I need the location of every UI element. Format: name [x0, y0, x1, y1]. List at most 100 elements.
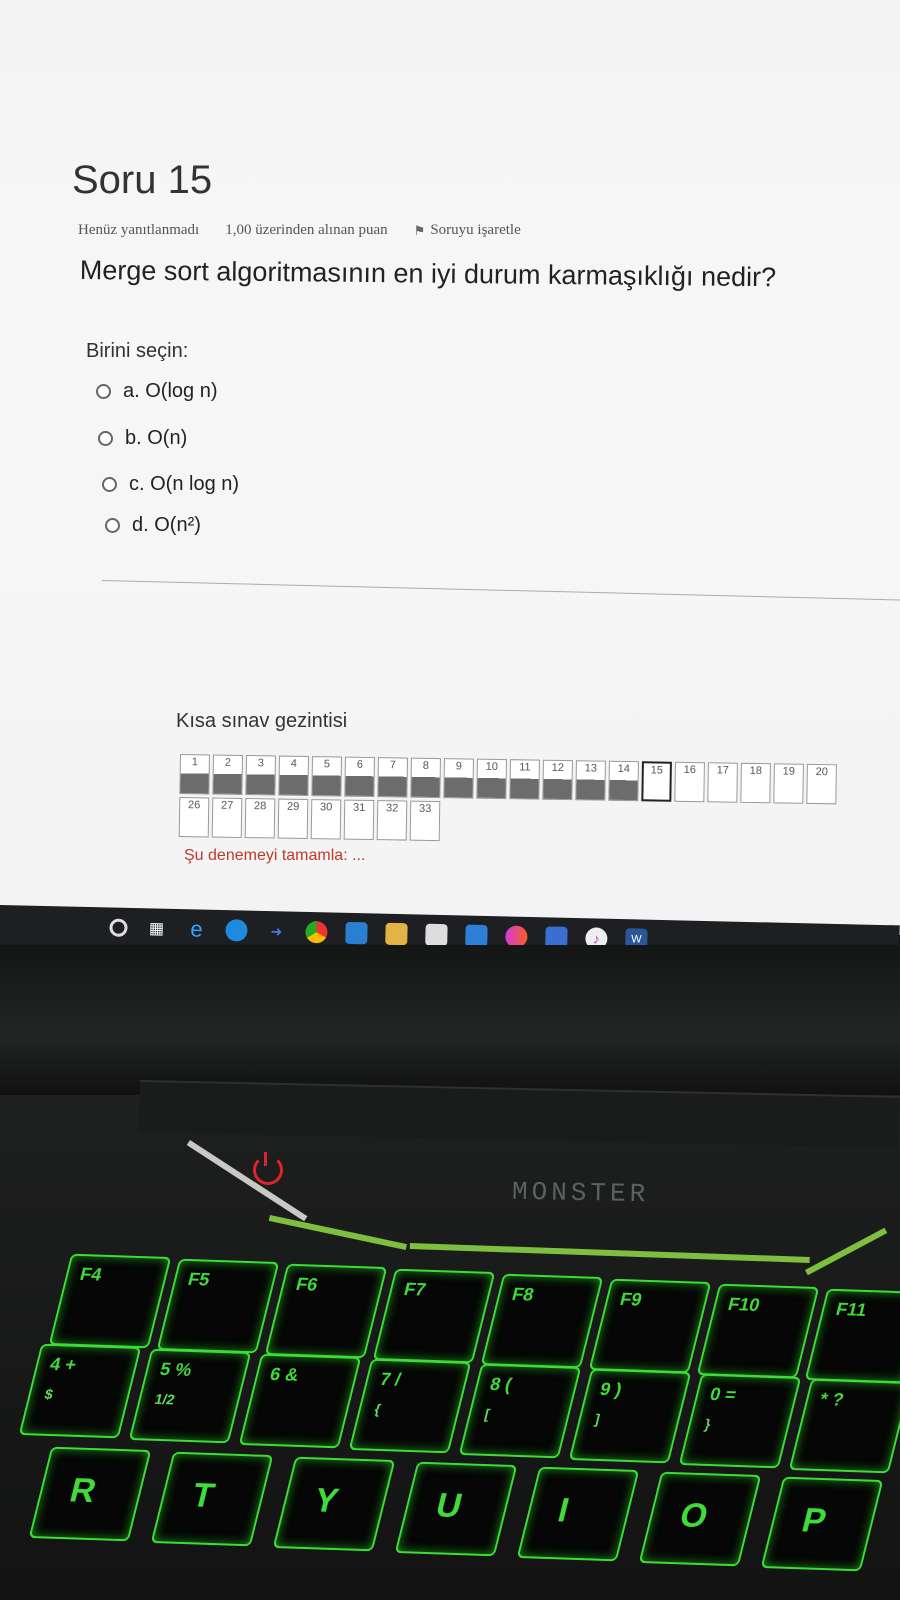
quiz-nav-number: 20	[815, 765, 829, 779]
option-d[interactable]: d. O(n²)	[105, 514, 201, 537]
quiz-nav-number: 8	[422, 759, 430, 772]
key-label: O	[676, 1496, 712, 1536]
option-d-label: d. O(n²)	[132, 514, 201, 536]
quiz-nav-number: 28	[253, 800, 267, 813]
key-label: 0 =	[707, 1384, 739, 1405]
store-icon[interactable]	[425, 923, 448, 947]
files-icon[interactable]	[345, 921, 368, 945]
quiz-nav-number: 14	[617, 762, 631, 776]
key-label: F11	[833, 1299, 869, 1320]
key-label: F7	[401, 1279, 428, 1300]
quiz-nav-button-5[interactable]: 5	[311, 756, 342, 797]
quiz-nav-button-12[interactable]: 12	[542, 759, 573, 801]
quiz-nav-number: 3	[257, 757, 265, 770]
quiz-nav-button-29[interactable]: 29	[277, 798, 309, 840]
ie-icon[interactable]: e	[185, 916, 207, 941]
key-label: P	[798, 1501, 831, 1540]
laptop-bezel	[0, 945, 900, 1095]
quiz-nav-button-2[interactable]: 2	[212, 754, 243, 795]
quiz-nav-button-17[interactable]: 17	[707, 762, 738, 803]
question-title: Soru 15	[72, 158, 213, 202]
quiz-nav-button-15[interactable]: 15	[641, 761, 672, 802]
quiz-nav-number: 2	[224, 756, 232, 769]
key-label: }	[703, 1415, 713, 1432]
browser-screen: Soru 15 Henüz yanıtlanmadı 1,00 üzerinde…	[0, 0, 900, 935]
key-label: F10	[725, 1294, 762, 1315]
radio-option-c[interactable]	[102, 477, 117, 492]
quiz-nav-button-10[interactable]: 10	[476, 758, 507, 800]
quiz-nav-number: 30	[319, 801, 333, 814]
power-icon-bar	[264, 1152, 267, 1166]
flag-icon: ⚑	[413, 222, 426, 238]
radio-option-d[interactable]	[105, 518, 120, 533]
quiz-nav-number: 1	[191, 756, 199, 769]
key-label: F9	[617, 1289, 644, 1310]
quiz-nav-title: Kısa sınav gezintisi	[176, 710, 348, 732]
quiz-nav-button-19[interactable]: 19	[773, 763, 804, 804]
quiz-nav-number: 4	[290, 757, 298, 770]
option-c[interactable]: c. O(n log n)	[102, 473, 239, 496]
quiz-nav-button-3[interactable]: 3	[245, 755, 276, 796]
brand-logo: MONSTER	[511, 1176, 650, 1210]
finish-attempt-link[interactable]: Şu denemeyi tamamla: ...	[184, 847, 365, 865]
option-c-label: c. O(n log n)	[129, 473, 240, 495]
quiz-nav-number: 26	[187, 799, 201, 812]
quiz-nav-button-14[interactable]: 14	[608, 760, 639, 802]
mail-icon[interactable]	[465, 924, 488, 948]
key-label: [	[483, 1405, 492, 1422]
key-label: 7 /	[377, 1369, 403, 1390]
quiz-nav-button-18[interactable]: 18	[740, 762, 771, 804]
quiz-nav-number: 27	[220, 799, 234, 812]
quiz-nav-number: 17	[716, 764, 730, 777]
quiz-nav-button-13[interactable]: 13	[575, 760, 606, 801]
quiz-nav-button-7[interactable]: 7	[377, 757, 408, 798]
option-a[interactable]: a. O(log n)	[96, 380, 217, 403]
task-view-icon[interactable]: ▦	[145, 917, 167, 939]
quiz-nav-button-11[interactable]: 11	[509, 759, 540, 800]
power-icon[interactable]	[253, 1155, 283, 1185]
quiz-nav-button-26[interactable]: 26	[178, 796, 210, 838]
choose-one-label: Birini seçin:	[86, 340, 189, 362]
quiz-nav-number: 29	[286, 800, 300, 813]
quiz-nav-button-30[interactable]: 30	[310, 799, 342, 840]
option-b[interactable]: b. O(n)	[98, 427, 187, 450]
radio-option-a[interactable]	[96, 384, 111, 399]
cortana-icon[interactable]	[109, 918, 128, 937]
quiz-nav-row-1: 1 2 3 4 5 6 7 8 9 10 11 12 13 14 15 16 17 18 19 20	[179, 754, 837, 805]
question-text: Merge sort algoritmasının en iyi durum k…	[79, 255, 777, 293]
question-status: Henüz yanıtlanmadı	[78, 222, 200, 238]
key-label: R	[66, 1471, 101, 1511]
quiz-nav-number: 18	[749, 764, 763, 778]
quiz-nav-grid: 1 2 3 4 5 6 7 8 9 10 11 12 13 14 15 16 17 18 19 20 26 27 28 29…	[178, 754, 837, 850]
quiz-nav-button-16[interactable]: 16	[674, 761, 705, 803]
quiz-nav-button-31[interactable]: 31	[343, 799, 375, 841]
quiz-nav-button-20[interactable]: 20	[806, 763, 837, 805]
key-label: F4	[77, 1264, 104, 1285]
quiz-nav-button-1[interactable]: 1	[179, 754, 210, 795]
question-info: Henüz yanıtlanmadı 1,00 üzerinden alınan…	[78, 222, 521, 239]
explorer-arrow-icon[interactable]: ➜	[265, 920, 287, 942]
quiz-nav-button-4[interactable]: 4	[278, 755, 309, 797]
radio-option-b[interactable]	[98, 431, 113, 446]
key-label: 9 )	[597, 1379, 624, 1400]
quiz-nav-number: 9	[455, 760, 462, 773]
edge-icon[interactable]	[225, 919, 248, 942]
key-label: 1/2	[153, 1390, 177, 1408]
quiz-nav-button-32[interactable]: 32	[376, 800, 408, 841]
key-label: 4 +	[47, 1354, 79, 1375]
chrome-icon[interactable]	[305, 920, 328, 944]
key-label: F6	[293, 1274, 320, 1295]
quiz-nav-button-9[interactable]: 9	[443, 758, 474, 799]
quiz-nav-button-27[interactable]: 27	[211, 797, 243, 838]
quiz-nav-number: 6	[356, 758, 364, 771]
quiz-nav-button-6[interactable]: 6	[344, 756, 375, 798]
quiz-nav-number: 31	[352, 801, 366, 814]
key-label: $	[43, 1385, 55, 1402]
quiz-nav-button-28[interactable]: 28	[244, 798, 276, 839]
question-points: 1,00 üzerinden alınan puan	[225, 222, 388, 238]
quiz-nav-button-8[interactable]: 8	[410, 757, 441, 799]
key-label: 6 &	[267, 1364, 301, 1385]
flag-question-link[interactable]: ⚑ Soruyu işaretle	[414, 222, 521, 239]
quiz-nav-button-33[interactable]: 33	[409, 800, 441, 842]
folder-icon[interactable]	[385, 922, 408, 946]
